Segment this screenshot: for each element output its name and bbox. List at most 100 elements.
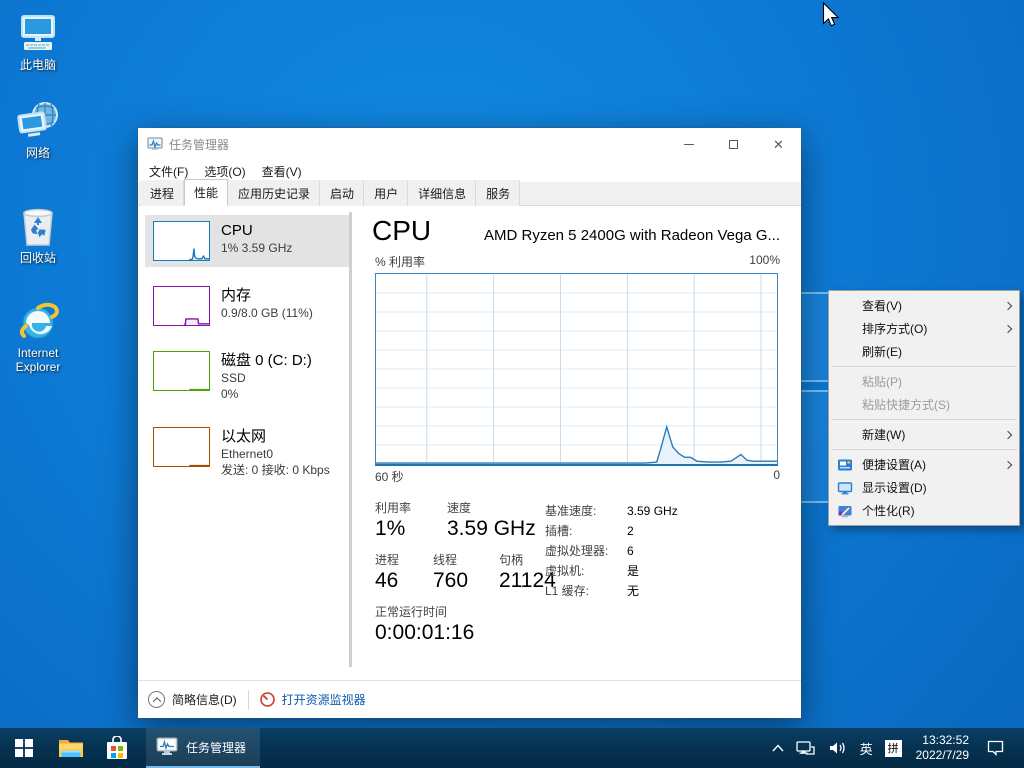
stat-value-threads: 760 [433, 568, 485, 594]
menu-item-display-settings[interactable]: 显示设置(D) [829, 476, 1019, 499]
menu-item-new[interactable]: 新建(W) [829, 423, 1019, 446]
mouse-cursor [822, 2, 840, 29]
desktop[interactable]: 此电脑 网络 回收站 Internet [0, 0, 1024, 768]
cpu-mini-chart [153, 221, 210, 261]
sidebar-item-name: 以太网 [221, 427, 330, 446]
sidebar-item-disk[interactable]: 磁盘 0 (C: D:) SSD 0% [145, 345, 352, 408]
tab-performance[interactable]: 性能 [184, 179, 228, 206]
chevron-up-circle-icon [148, 691, 165, 708]
info-value-l1-cache: 无 [627, 581, 639, 601]
chart-ylabel: % 利用率 [375, 253, 425, 270]
show-hidden-icons-button[interactable] [766, 728, 790, 768]
menu-item-personalize[interactable]: 个性化(R) [829, 499, 1019, 522]
display-settings-icon [837, 480, 853, 496]
sidebar-scrollbar[interactable] [349, 212, 352, 667]
sidebar-item-name: 内存 [221, 286, 313, 305]
footer-divider [248, 690, 249, 710]
action-center-icon [987, 740, 1004, 756]
desktop-icon-network[interactable]: 网络 [8, 100, 68, 160]
stat-label-processes: 进程 [375, 553, 419, 568]
stat-label-threads: 线程 [433, 553, 485, 568]
tab-processes[interactable]: 进程 [140, 180, 184, 206]
sidebar-item-detail: Ethernet0 [221, 446, 330, 462]
chart-xmax-label: 0 [773, 468, 780, 485]
stat-label-speed: 速度 [447, 501, 536, 516]
cpu-model-name: AMD Ryzen 5 2400G with Radeon Vega G... [484, 227, 780, 244]
menu-separator [831, 419, 1017, 420]
ime-pinyin-indicator[interactable]: 拼 [879, 728, 908, 768]
network-icon [16, 100, 60, 144]
tab-bar: 进程 性能 应用历史记录 启动 用户 详细信息 服务 [138, 182, 801, 206]
tab-details[interactable]: 详细信息 [408, 180, 476, 206]
microsoft-store-button[interactable] [94, 728, 140, 768]
desktop-icon-label: 回收站 [8, 251, 68, 265]
clock-date: 2022/7/29 [916, 748, 969, 763]
desktop-icon-recycle-bin[interactable]: 回收站 [8, 205, 68, 265]
info-value-sockets: 2 [627, 521, 634, 541]
info-label-virtual-processors: 虚拟处理器: [545, 541, 627, 561]
stat-value-uptime: 0:00:01:16 [375, 620, 474, 646]
file-explorer-button[interactable] [48, 728, 94, 768]
minimize-icon [684, 144, 694, 145]
cpu-usage-chart[interactable] [375, 273, 778, 466]
this-pc-icon [16, 12, 60, 56]
menu-item-paste-shortcut: 粘贴快捷方式(S) [829, 393, 1019, 416]
tab-app-history[interactable]: 应用历史记录 [228, 180, 320, 206]
stat-value-processes: 46 [375, 568, 419, 594]
action-center-button[interactable] [977, 728, 1014, 768]
task-manager-app-icon [147, 136, 163, 152]
maximize-button[interactable] [711, 128, 756, 160]
sidebar-item-detail: 1% 3.59 GHz [221, 240, 292, 256]
ime-language-indicator[interactable]: 英 [854, 728, 879, 768]
submenu-arrow-icon [1004, 301, 1012, 309]
close-button[interactable]: ✕ [756, 128, 801, 160]
title-bar[interactable]: 任务管理器 ✕ [138, 128, 801, 160]
desktop-icon-label: 此电脑 [8, 58, 68, 72]
performance-panel: CPU 1% 3.59 GHz 内存 0.9/8.0 GB (11%) 磁盘 0… [138, 206, 801, 680]
desktop-context-menu: 查看(V) 排序方式(O) 刷新(E) 粘贴(P) 粘贴快捷方式(S) 新建(W… [828, 290, 1020, 526]
menu-item-paste: 粘贴(P) [829, 370, 1019, 393]
fewer-details-button[interactable]: 简略信息(D) [148, 691, 237, 708]
sidebar-item-ethernet[interactable]: 以太网 Ethernet0 发送: 0 接收: 0 Kbps [145, 421, 352, 484]
performance-sidebar: CPU 1% 3.59 GHz 内存 0.9/8.0 GB (11%) 磁盘 0… [145, 215, 352, 497]
menu-item-refresh[interactable]: 刷新(E) [829, 340, 1019, 363]
submenu-arrow-icon [1004, 460, 1012, 468]
info-value-virtual-processors: 6 [627, 541, 634, 561]
sidebar-item-memory[interactable]: 内存 0.9/8.0 GB (11%) [145, 280, 352, 332]
info-label-base-speed: 基准速度: [545, 501, 627, 521]
open-resource-monitor-link[interactable]: 打开资源监视器 [282, 691, 366, 708]
menu-item-view[interactable]: 查看(V) [829, 294, 1019, 317]
taskbar-task-manager-button[interactable]: 任务管理器 [146, 728, 260, 768]
desktop-icon-internet-explorer[interactable]: Internet Explorer [8, 300, 68, 374]
sidebar-item-detail: SSD [221, 370, 312, 386]
info-label-virtual-machine: 虚拟机: [545, 561, 627, 581]
internet-explorer-icon [16, 300, 60, 344]
memory-mini-chart [153, 286, 210, 326]
maximize-icon [729, 140, 738, 149]
desktop-icon-this-pc[interactable]: 此电脑 [8, 12, 68, 72]
windows-start-icon [15, 739, 33, 757]
panel-title: CPU [372, 215, 431, 247]
chart-ymax-label: 100% [749, 253, 780, 270]
taskbar-clock[interactable]: 13:32:52 2022/7/29 [908, 728, 977, 768]
stat-value-speed: 3.59 GHz [447, 516, 536, 542]
sidebar-item-detail: 0% [221, 386, 312, 402]
cpu-detail-panel: CPU AMD Ryzen 5 2400G with Radeon Vega G… [372, 215, 780, 646]
menu-item-quick-settings[interactable]: 便捷设置(A) [829, 453, 1019, 476]
start-button[interactable] [0, 728, 48, 768]
volume-tray-button[interactable] [822, 728, 854, 768]
info-label-sockets: 插槽: [545, 521, 627, 541]
submenu-arrow-icon [1004, 324, 1012, 332]
network-tray-button[interactable] [790, 728, 822, 768]
minimize-button[interactable] [666, 128, 711, 160]
stat-label-utilization: 利用率 [375, 501, 433, 516]
tab-startup[interactable]: 启动 [320, 180, 364, 206]
microsoft-store-icon [106, 736, 128, 760]
tab-users[interactable]: 用户 [364, 180, 408, 206]
recycle-bin-icon [16, 205, 60, 249]
sidebar-item-cpu[interactable]: CPU 1% 3.59 GHz [145, 215, 352, 267]
stat-label-uptime: 正常运行时间 [375, 605, 474, 620]
menu-item-sort-by[interactable]: 排序方式(O) [829, 317, 1019, 340]
tab-services[interactable]: 服务 [476, 180, 520, 206]
window-title: 任务管理器 [169, 136, 229, 153]
